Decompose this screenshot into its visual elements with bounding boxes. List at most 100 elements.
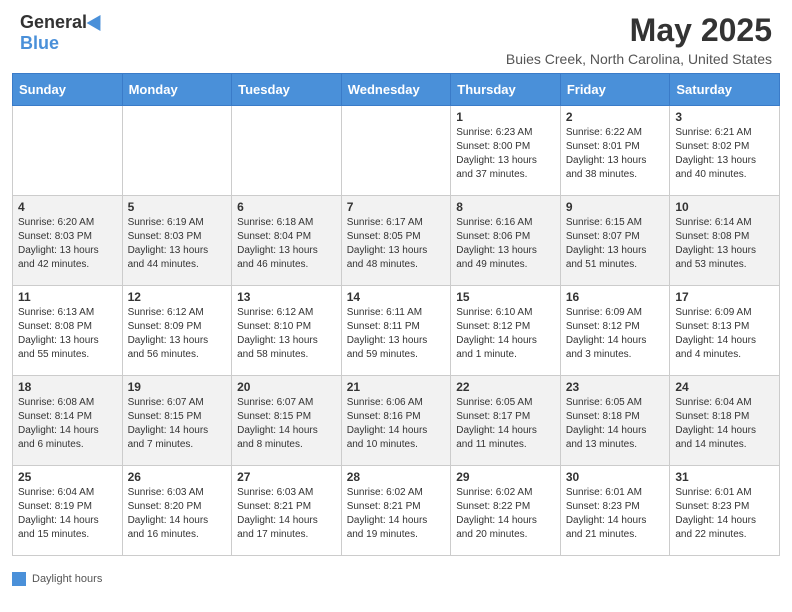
day-cell: 27 Sunrise: 6:03 AM Sunset: 8:21 PM Dayli… [232,466,342,556]
day-number: 17 [675,290,774,304]
day-cell: 20 Sunrise: 6:07 AM Sunset: 8:15 PM Dayli… [232,376,342,466]
day-cell: 31 Sunrise: 6:01 AM Sunset: 8:23 PM Dayli… [670,466,780,556]
day-number: 30 [566,470,665,484]
day-info: Sunrise: 6:11 AM Sunset: 8:11 PM Dayligh… [347,306,446,362]
day-number: 11 [18,290,117,304]
day-info: Sunrise: 6:14 AM Sunset: 8:08 PM Dayligh… [675,216,774,272]
logo: General Blue [20,12,105,54]
day-info: Sunrise: 6:01 AM Sunset: 8:23 PM Dayligh… [566,486,665,542]
day-number: 18 [18,380,117,394]
day-info: Sunrise: 6:13 AM Sunset: 8:08 PM Dayligh… [18,306,117,362]
day-number: 23 [566,380,665,394]
week-row: 25 Sunrise: 6:04 AM Sunset: 8:19 PM Dayli… [13,466,780,556]
day-info: Sunrise: 6:21 AM Sunset: 8:02 PM Dayligh… [675,126,774,182]
header-row: SundayMondayTuesdayWednesdayThursdayFrid… [13,74,780,106]
title-area: May 2025 Buies Creek, North Carolina, Un… [506,12,772,67]
day-info: Sunrise: 6:02 AM Sunset: 8:21 PM Dayligh… [347,486,446,542]
day-cell: 15 Sunrise: 6:10 AM Sunset: 8:12 PM Dayli… [451,286,561,376]
page-header: General Blue May 2025 Buies Creek, North… [0,0,792,73]
day-cell: 19Sunrise: 6:07 AM Sunset: 8:15 PM Dayli… [122,376,232,466]
day-number: 16 [566,290,665,304]
header-cell-saturday: Saturday [670,74,780,106]
header-cell-friday: Friday [560,74,670,106]
day-info: Sunrise: 6:04 AM Sunset: 8:19 PM Dayligh… [18,486,117,542]
day-cell: 5 Sunrise: 6:19 AM Sunset: 8:03 PM Daylig… [122,196,232,286]
day-info: Sunrise: 6:01 AM Sunset: 8:23 PM Dayligh… [675,486,774,542]
day-number: 3 [675,110,774,124]
day-number: 14 [347,290,446,304]
day-info: Sunrise: 6:22 AM Sunset: 8:01 PM Dayligh… [566,126,665,182]
calendar-header: SundayMondayTuesdayWednesdayThursdayFrid… [13,74,780,106]
day-number: 20 [237,380,336,394]
day-cell: 24Sunrise: 6:04 AM Sunset: 8:18 PM Dayli… [670,376,780,466]
day-cell: 12 Sunrise: 6:12 AM Sunset: 8:09 PM Dayli… [122,286,232,376]
logo-triangle-icon [87,10,108,30]
day-number: 15 [456,290,555,304]
day-number: 24 [675,380,774,394]
day-cell: 26 Sunrise: 6:03 AM Sunset: 8:20 PM Dayli… [122,466,232,556]
legend-label: Daylight hours [32,573,102,585]
day-info: Sunrise: 6:18 AM Sunset: 8:04 PM Dayligh… [237,216,336,272]
day-cell: 22 Sunrise: 6:05 AM Sunset: 8:17 PM Dayli… [451,376,561,466]
day-number: 21 [347,380,446,394]
calendar-container: SundayMondayTuesdayWednesdayThursdayFrid… [0,73,792,568]
day-number: 2 [566,110,665,124]
footer: Daylight hours [0,568,792,594]
day-info: Sunrise: 6:20 AM Sunset: 8:03 PM Dayligh… [18,216,117,272]
day-cell: 4 Sunrise: 6:20 AM Sunset: 8:03 PM Daylig… [13,196,123,286]
day-number: 27 [237,470,336,484]
calendar-body: 1Sunrise: 6:23 AM Sunset: 8:00 PM Daylig… [13,106,780,556]
day-cell [341,106,451,196]
logo-blue-text: Blue [20,33,59,54]
day-number: 26 [128,470,227,484]
day-cell: 9Sunrise: 6:15 AM Sunset: 8:07 PM Daylig… [560,196,670,286]
day-number: 25 [18,470,117,484]
day-number: 13 [237,290,336,304]
day-info: Sunrise: 6:03 AM Sunset: 8:20 PM Dayligh… [128,486,227,542]
day-info: Sunrise: 6:07 AM Sunset: 8:15 PM Dayligh… [237,396,336,452]
day-cell: 17 Sunrise: 6:09 AM Sunset: 8:13 PM Dayli… [670,286,780,376]
day-info: Sunrise: 6:02 AM Sunset: 8:22 PM Dayligh… [456,486,555,542]
header-cell-monday: Monday [122,74,232,106]
day-number: 6 [237,200,336,214]
day-cell: 6 Sunrise: 6:18 AM Sunset: 8:04 PM Daylig… [232,196,342,286]
header-cell-sunday: Sunday [13,74,123,106]
day-info: Sunrise: 6:12 AM Sunset: 8:10 PM Dayligh… [237,306,336,362]
day-cell: 16Sunrise: 6:09 AM Sunset: 8:12 PM Dayli… [560,286,670,376]
day-cell: 11 Sunrise: 6:13 AM Sunset: 8:08 PM Dayli… [13,286,123,376]
day-cell: 10Sunrise: 6:14 AM Sunset: 8:08 PM Dayli… [670,196,780,286]
day-number: 12 [128,290,227,304]
day-info: Sunrise: 6:05 AM Sunset: 8:17 PM Dayligh… [456,396,555,452]
day-info: Sunrise: 6:05 AM Sunset: 8:18 PM Dayligh… [566,396,665,452]
day-info: Sunrise: 6:03 AM Sunset: 8:21 PM Dayligh… [237,486,336,542]
day-number: 8 [456,200,555,214]
day-cell: 29Sunrise: 6:02 AM Sunset: 8:22 PM Dayli… [451,466,561,556]
header-cell-tuesday: Tuesday [232,74,342,106]
day-number: 19 [128,380,227,394]
subtitle: Buies Creek, North Carolina, United Stat… [506,51,772,67]
day-cell: 25 Sunrise: 6:04 AM Sunset: 8:19 PM Dayli… [13,466,123,556]
day-info: Sunrise: 6:12 AM Sunset: 8:09 PM Dayligh… [128,306,227,362]
day-number: 7 [347,200,446,214]
day-cell: 28Sunrise: 6:02 AM Sunset: 8:21 PM Dayli… [341,466,451,556]
day-info: Sunrise: 6:10 AM Sunset: 8:12 PM Dayligh… [456,306,555,362]
day-cell [122,106,232,196]
day-cell: 21Sunrise: 6:06 AM Sunset: 8:16 PM Dayli… [341,376,451,466]
day-cell: 3 Sunrise: 6:21 AM Sunset: 8:02 PM Daylig… [670,106,780,196]
day-info: Sunrise: 6:09 AM Sunset: 8:13 PM Dayligh… [675,306,774,362]
day-info: Sunrise: 6:19 AM Sunset: 8:03 PM Dayligh… [128,216,227,272]
main-title: May 2025 [506,12,772,49]
day-number: 31 [675,470,774,484]
day-number: 22 [456,380,555,394]
day-info: Sunrise: 6:15 AM Sunset: 8:07 PM Dayligh… [566,216,665,272]
day-cell: 14 Sunrise: 6:11 AM Sunset: 8:11 PM Dayli… [341,286,451,376]
week-row: 4 Sunrise: 6:20 AM Sunset: 8:03 PM Daylig… [13,196,780,286]
day-cell [13,106,123,196]
day-cell: 18Sunrise: 6:08 AM Sunset: 8:14 PM Dayli… [13,376,123,466]
day-number: 5 [128,200,227,214]
day-info: Sunrise: 6:23 AM Sunset: 8:00 PM Dayligh… [456,126,555,182]
day-cell: 30 Sunrise: 6:01 AM Sunset: 8:23 PM Dayli… [560,466,670,556]
week-row: 1Sunrise: 6:23 AM Sunset: 8:00 PM Daylig… [13,106,780,196]
day-cell [232,106,342,196]
day-number: 4 [18,200,117,214]
